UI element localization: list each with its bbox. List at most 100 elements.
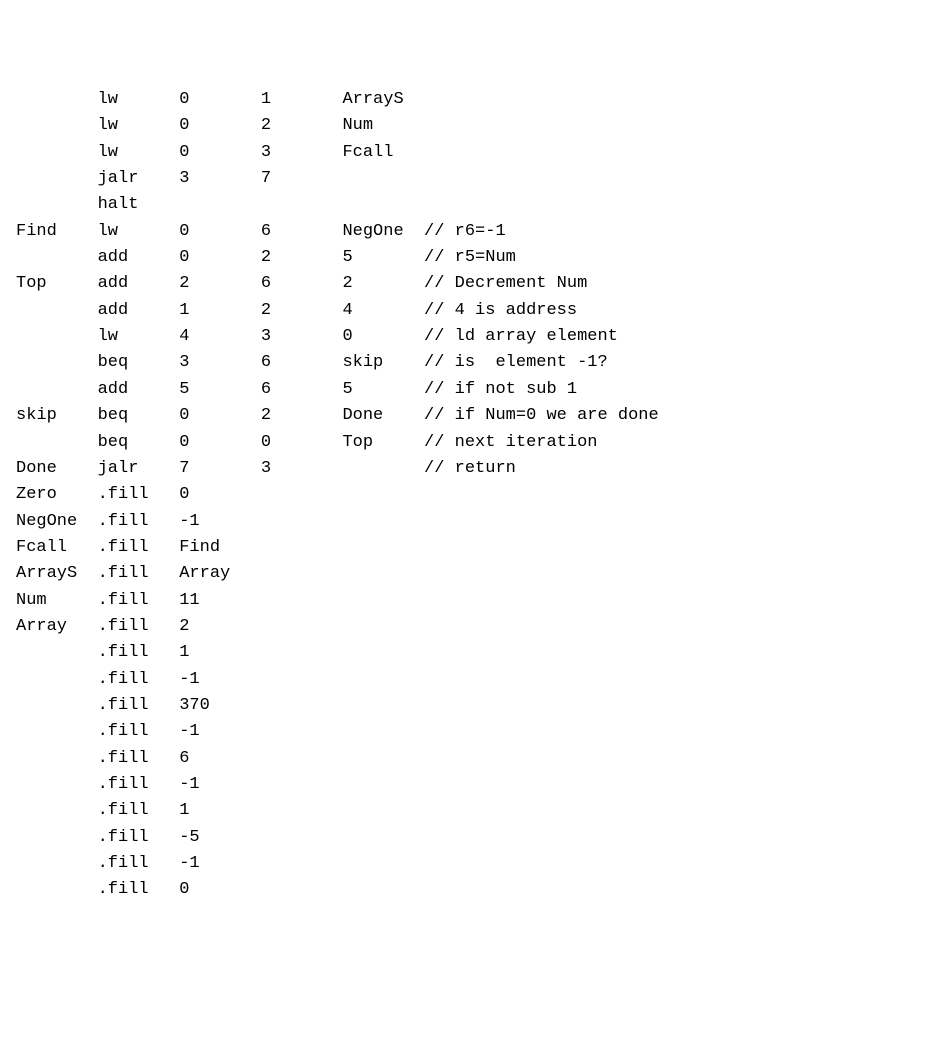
opcode-col: lw: [98, 140, 180, 166]
code-line: add124// 4 is address: [16, 298, 922, 324]
arg3-col: NegOne: [342, 219, 424, 245]
code-line: Donejalr73 // return: [16, 456, 922, 482]
arg1-col: 1: [179, 798, 261, 824]
opcode-col: .fill: [98, 693, 180, 719]
arg1-col: 2: [179, 271, 261, 297]
code-line: add025// r5=Num: [16, 245, 922, 271]
arg1-col: 1: [179, 298, 261, 324]
arg2-col: 3: [261, 456, 343, 482]
code-line: Array.fill2: [16, 614, 922, 640]
opcode-col: lw: [98, 324, 180, 350]
arg1-col: 370: [179, 693, 261, 719]
code-line: lw430// ld array element: [16, 324, 922, 350]
arg2-col: 3: [261, 324, 343, 350]
arg1-col: 0: [179, 403, 261, 429]
comment-col: // 4 is address: [424, 298, 577, 324]
code-line: skipbeq02Done// if Num=0 we are done: [16, 403, 922, 429]
arg1-col: -1: [179, 772, 261, 798]
opcode-col: .fill: [98, 825, 180, 851]
opcode-col: jalr: [98, 456, 180, 482]
arg1-col: 1: [179, 640, 261, 666]
arg2-col: 2: [261, 298, 343, 324]
arg1-col: -1: [179, 667, 261, 693]
comment-col: // return: [424, 456, 516, 482]
arg2-col: 2: [261, 245, 343, 271]
arg1-col: 0: [179, 87, 261, 113]
arg1-col: 0: [179, 219, 261, 245]
label-col: Find: [16, 219, 98, 245]
opcode-col: .fill: [98, 772, 180, 798]
arg1-col: 7: [179, 456, 261, 482]
opcode-col: add: [98, 245, 180, 271]
code-line: lw03Fcall: [16, 140, 922, 166]
arg3-col: skip: [342, 350, 424, 376]
opcode-col: lw: [98, 113, 180, 139]
opcode-col: .fill: [98, 614, 180, 640]
label-col: Top: [16, 271, 98, 297]
arg1-col: 5: [179, 377, 261, 403]
arg1-col: -1: [179, 851, 261, 877]
arg3-col: ArrayS: [342, 87, 424, 113]
arg1-col: 0: [179, 113, 261, 139]
arg2-col: 6: [261, 377, 343, 403]
code-line: Findlw06NegOne// r6=-1: [16, 219, 922, 245]
arg1-col: 11: [179, 588, 261, 614]
code-line: .fill6: [16, 746, 922, 772]
code-line: .fill-1: [16, 851, 922, 877]
opcode-col: add: [98, 271, 180, 297]
arg3-col: Top: [342, 430, 424, 456]
comment-col: // Decrement Num: [424, 271, 587, 297]
label-col: Fcall: [16, 535, 98, 561]
comment-col: // if Num=0 we are done: [424, 403, 659, 429]
opcode-col: .fill: [98, 561, 180, 587]
arg2-col: 6: [261, 219, 343, 245]
arg2-col: 6: [261, 271, 343, 297]
arg1-col: 0: [179, 245, 261, 271]
opcode-col: lw: [98, 219, 180, 245]
opcode-col: .fill: [98, 588, 180, 614]
opcode-col: .fill: [98, 667, 180, 693]
arg1-col: 3: [179, 166, 261, 192]
arg3-col: Num: [342, 113, 424, 139]
opcode-col: .fill: [98, 509, 180, 535]
arg1-col: 0: [179, 430, 261, 456]
arg1-col: 4: [179, 324, 261, 350]
assembly-listing: lw01ArraySlw02Numlw03Fcalljalr37haltFind…: [16, 87, 922, 904]
arg3-col: 0: [342, 324, 424, 350]
code-line: beq36skip// is element -1?: [16, 350, 922, 376]
arg1-col: 6: [179, 746, 261, 772]
comment-col: // is element -1?: [424, 350, 608, 376]
opcode-col: .fill: [98, 798, 180, 824]
arg1-col: 0: [179, 140, 261, 166]
code-line: .fill-1: [16, 719, 922, 745]
opcode-col: beq: [98, 430, 180, 456]
arg1-col: Find: [179, 535, 261, 561]
arg2-col: 2: [261, 113, 343, 139]
code-line: .fill-1: [16, 772, 922, 798]
code-line: ArrayS.fillArray: [16, 561, 922, 587]
code-line: lw02Num: [16, 113, 922, 139]
opcode-col: add: [98, 298, 180, 324]
comment-col: // next iteration: [424, 430, 597, 456]
code-line: Zero.fill0: [16, 482, 922, 508]
arg2-col: 6: [261, 350, 343, 376]
opcode-col: .fill: [98, 719, 180, 745]
code-line: Topadd262// Decrement Num: [16, 271, 922, 297]
code-line: .fill370: [16, 693, 922, 719]
arg2-col: 7: [261, 166, 343, 192]
code-line: .fill-5: [16, 825, 922, 851]
arg1-col: -1: [179, 719, 261, 745]
opcode-col: .fill: [98, 851, 180, 877]
code-line: beq00Top// next iteration: [16, 430, 922, 456]
arg1-col: -1: [179, 509, 261, 535]
arg1-col: 3: [179, 350, 261, 376]
label-col: Num: [16, 588, 98, 614]
arg3-col: 2: [342, 271, 424, 297]
arg1-col: 0: [179, 877, 261, 903]
label-col: Done: [16, 456, 98, 482]
code-line: .fill-1: [16, 667, 922, 693]
arg2-col: 1: [261, 87, 343, 113]
arg3-col: Done: [342, 403, 424, 429]
arg2-col: 3: [261, 140, 343, 166]
arg3-col: 5: [342, 377, 424, 403]
